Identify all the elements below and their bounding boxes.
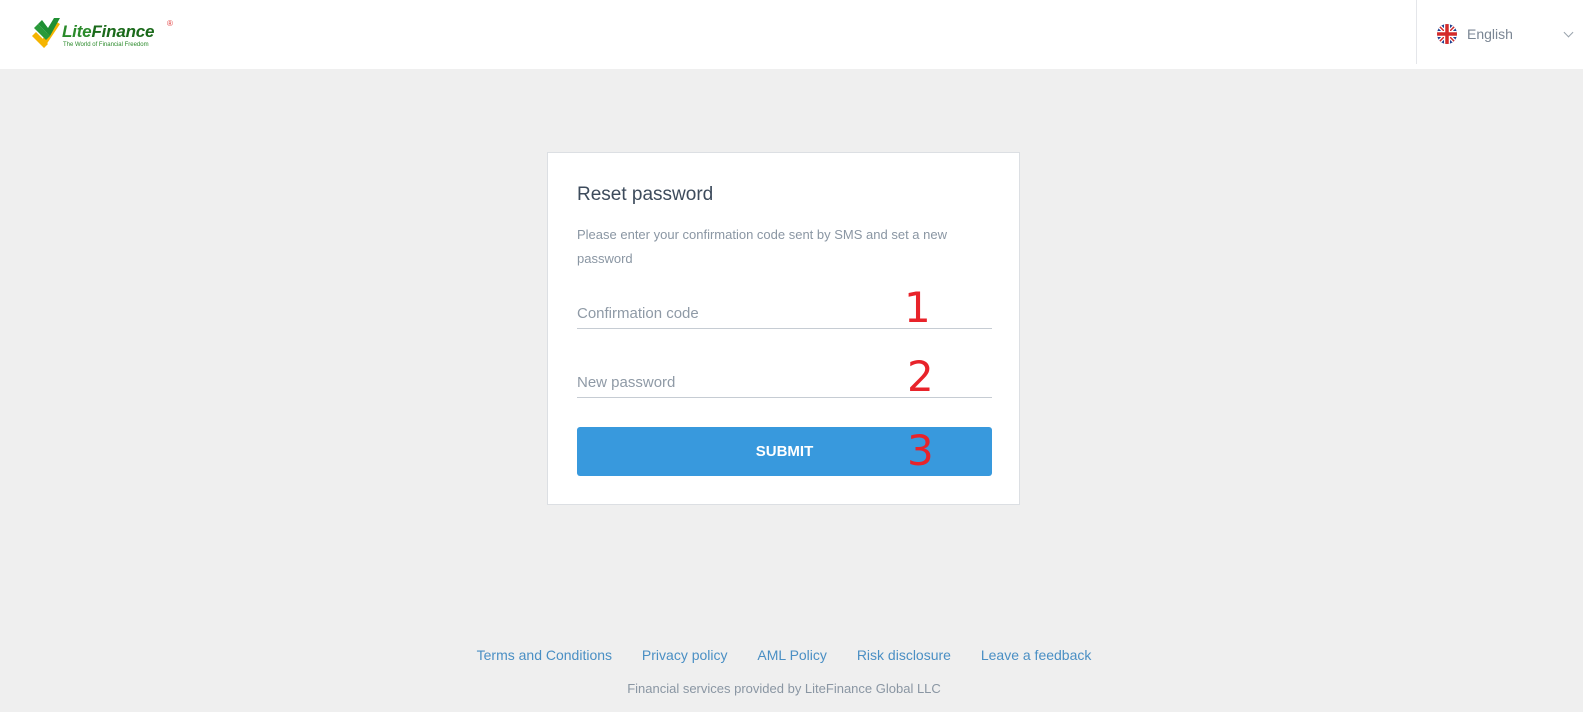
- footer-link-feedback[interactable]: Leave a feedback: [981, 647, 1092, 663]
- footer-note: Financial services provided by LiteFinan…: [627, 681, 941, 696]
- annotation-step-1: 1: [904, 283, 931, 332]
- logo-word-lite: Lite: [62, 22, 92, 41]
- footer-link-aml[interactable]: AML Policy: [757, 647, 827, 663]
- logo-tagline: The World of Financial Freedom: [63, 42, 149, 48]
- footer-link-privacy[interactable]: Privacy policy: [642, 647, 728, 663]
- registered-mark: ®: [167, 19, 173, 28]
- card-title: Reset password: [577, 184, 714, 205]
- chevron-down-icon: [1563, 27, 1574, 38]
- uk-flag-icon: [1437, 24, 1457, 44]
- logo-word-finance: Finance: [91, 22, 155, 41]
- reset-password-card: Reset password Please enter your confirm…: [547, 152, 1020, 505]
- footer-link-terms[interactable]: Terms and Conditions: [477, 647, 612, 663]
- card-description: Please enter your confirmation code sent…: [577, 227, 947, 266]
- logo-mark-icon: [32, 18, 60, 48]
- top-header: LiteFinance ® The World of Financial Fre…: [0, 0, 1583, 69]
- logo-wordmark: LiteFinance: [62, 22, 154, 42]
- language-selector[interactable]: English: [1416, 0, 1583, 64]
- annotation-step-3: 3: [907, 426, 934, 475]
- footer-links: Terms and Conditions Privacy policy AML …: [0, 647, 1568, 663]
- language-label: English: [1467, 26, 1513, 42]
- footer-link-risk[interactable]: Risk disclosure: [857, 647, 951, 663]
- annotation-step-2: 2: [907, 352, 934, 401]
- litefinance-logo[interactable]: LiteFinance ® The World of Financial Fre…: [30, 16, 190, 54]
